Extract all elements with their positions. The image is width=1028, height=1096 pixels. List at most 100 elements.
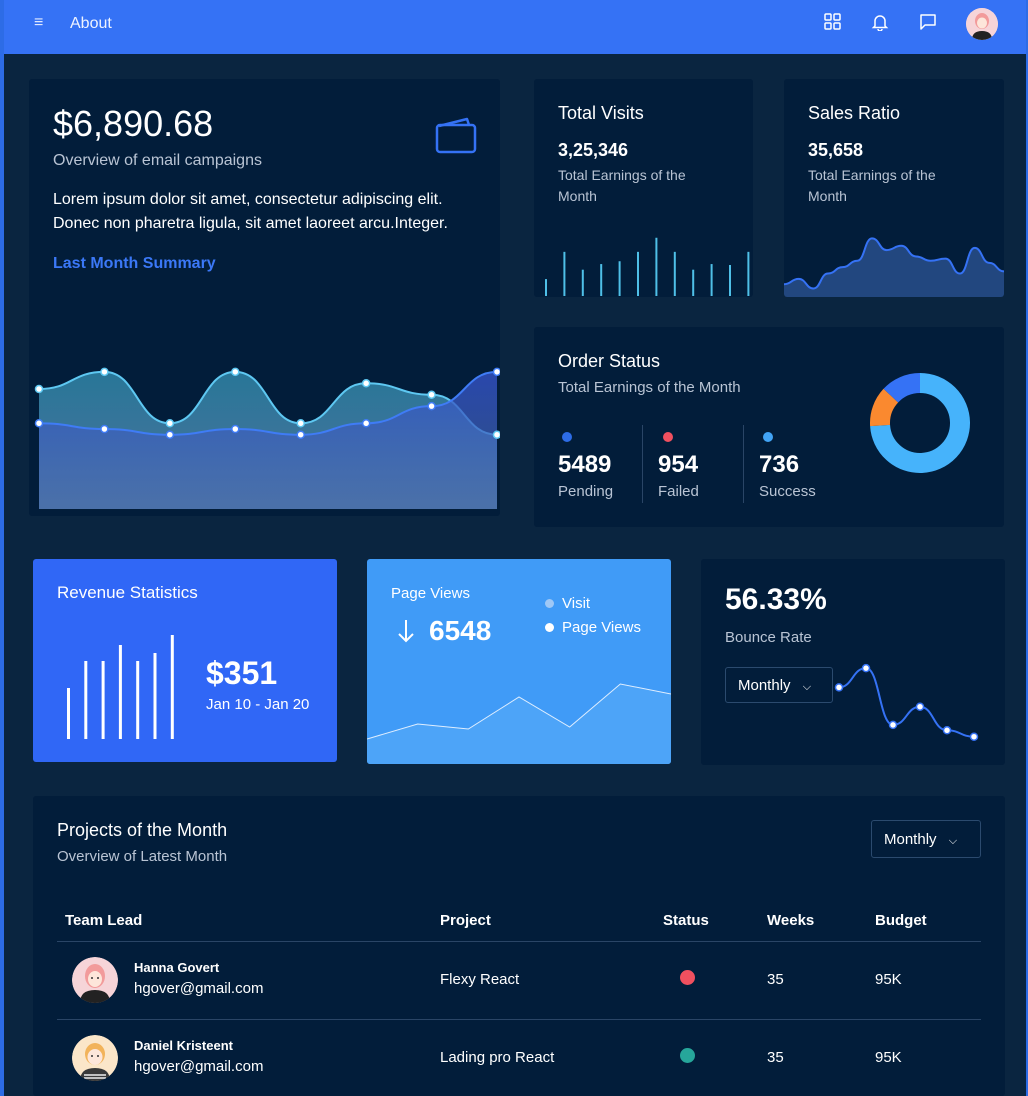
overview-area-chart <box>34 367 500 509</box>
row-budget: 95K <box>875 971 902 988</box>
column-header-weeks[interactable]: Weeks <box>767 912 814 929</box>
order-status-donut-chart <box>870 373 970 473</box>
arrow-down-icon <box>398 620 414 643</box>
row-project: Lading pro React <box>440 1049 555 1066</box>
revenue-bar <box>170 635 174 739</box>
sales-ratio-card: Sales Ratio 35,658 Total Earnings of the… <box>784 79 1004 297</box>
overview-series-1-point <box>231 367 240 377</box>
hamburger-icon[interactable]: ≡ <box>34 14 43 32</box>
overview-series-2-point <box>165 430 175 439</box>
overview-series-1-point <box>34 384 44 394</box>
overview-series-2-point <box>492 367 500 377</box>
failed-label: Failed <box>658 483 699 500</box>
page-views-area <box>367 684 671 764</box>
bounce-point <box>861 663 871 673</box>
overview-series-1-point <box>427 390 436 399</box>
page-views-line-chart <box>367 683 671 764</box>
order-status-title: Order Status <box>558 351 661 371</box>
bounce-period-dropdown[interactable]: Monthly ⌵ <box>725 667 833 703</box>
row-name: Hanna Govert <box>134 960 220 975</box>
total-visits-subtitle-1: Total Earnings of the <box>558 167 686 183</box>
wallet-icon <box>435 117 477 154</box>
page-views-title: Page Views <box>391 585 470 602</box>
overview-series-2-point <box>427 401 436 411</box>
overview-series-1-point <box>100 367 109 377</box>
row-budget: 95K <box>875 1049 902 1066</box>
overview-amount: $6,890.68 <box>53 103 214 144</box>
revenue-bar <box>101 661 105 739</box>
overview-series-1-point <box>492 430 500 439</box>
divider <box>642 425 643 503</box>
order-status-card: Order Status Total Earnings of the Month… <box>534 327 1004 527</box>
visits-bar <box>545 279 547 296</box>
chat-icon[interactable] <box>919 13 937 31</box>
revenue-bar <box>153 653 157 739</box>
row-name: Daniel Kristeent <box>134 1038 233 1053</box>
success-label: Success <box>759 483 816 500</box>
user-avatar[interactable] <box>966 8 998 40</box>
row-email: hgover@gmail.com <box>134 1058 264 1075</box>
total-visits-card: Total Visits 3,25,346 Total Earnings of … <box>534 79 753 297</box>
overview-series-2-point <box>296 430 305 439</box>
row-project: Flexy React <box>440 971 520 988</box>
page-title[interactable]: About <box>70 15 112 33</box>
status-dot <box>680 1048 695 1063</box>
page-views-legend-label: Page Views <box>562 619 641 636</box>
column-header-project[interactable]: Project <box>440 912 491 929</box>
bell-icon[interactable] <box>871 13 889 31</box>
projects-subtitle: Overview of Latest Month <box>57 848 228 865</box>
bounce-point <box>942 726 952 735</box>
overview-series-1-point <box>361 379 371 388</box>
revenue-bar <box>67 688 70 739</box>
visits-bar <box>655 237 658 296</box>
grid-icon[interactable] <box>824 13 842 31</box>
column-header-team-lead[interactable]: Team Lead <box>65 912 142 929</box>
total-visits-subtitle-2: Month <box>558 188 597 204</box>
sales-ratio-area-chart <box>784 237 1004 297</box>
visits-bar <box>729 265 731 296</box>
last-month-summary-link[interactable]: Last Month Summary <box>53 255 216 273</box>
divider <box>57 1019 981 1020</box>
avatar <box>72 1035 118 1081</box>
top-bar: ≡ About <box>4 0 1026 54</box>
overview-series-2-point <box>100 424 109 434</box>
bounce-point <box>834 683 844 692</box>
projects-title: Projects of the Month <box>57 820 228 840</box>
failed-dot <box>663 432 673 442</box>
avatar <box>72 957 118 1003</box>
overview-text-line1: Lorem ipsum dolor sit amet, consectetur … <box>53 191 443 208</box>
pending-dot <box>562 432 572 442</box>
success-value: 736 <box>759 451 800 478</box>
pending-label: Pending <box>558 483 614 500</box>
overview-series-2-point <box>231 424 240 434</box>
total-visits-bar-chart <box>545 237 750 296</box>
bounce-rate-line-chart <box>834 663 979 741</box>
row-email: hgover@gmail.com <box>134 980 264 997</box>
visits-bar <box>747 251 750 296</box>
revenue-range: Jan 10 - Jan 20 <box>206 696 310 713</box>
status-dot <box>680 970 695 985</box>
bounce-rate-label: Bounce Rate <box>725 629 812 646</box>
revenue-card: Revenue Statistics $351 Jan 10 - Jan 20 <box>33 559 337 762</box>
revenue-bar-chart <box>67 635 174 739</box>
bounce-point <box>888 720 898 730</box>
bounce-point <box>915 702 925 711</box>
page-views-legend-dot <box>545 623 554 632</box>
column-header-budget[interactable]: Budget <box>875 912 927 929</box>
page-views-value: 6548 <box>429 615 492 646</box>
row-weeks: 35 <box>767 971 784 988</box>
chevron-down-icon: ⌵ <box>802 681 812 693</box>
visit-legend-label: Visit <box>562 595 591 612</box>
overview-series-2-point <box>361 419 371 428</box>
revenue-bar <box>84 661 88 739</box>
sales-ratio-subtitle-1: Total Earnings of the <box>808 167 936 183</box>
total-visits-value: 3,25,346 <box>558 140 629 160</box>
column-header-status[interactable]: Status <box>663 912 709 929</box>
projects-card: Projects of the Month Overview of Latest… <box>33 796 1005 1096</box>
chevron-down-icon: ⌵ <box>948 835 958 847</box>
projects-period-dropdown[interactable]: Monthly ⌵ <box>871 820 981 858</box>
success-dot <box>763 432 773 442</box>
total-visits-title: Total Visits <box>558 103 644 123</box>
visits-bar <box>618 261 621 296</box>
visits-bar <box>637 251 639 296</box>
